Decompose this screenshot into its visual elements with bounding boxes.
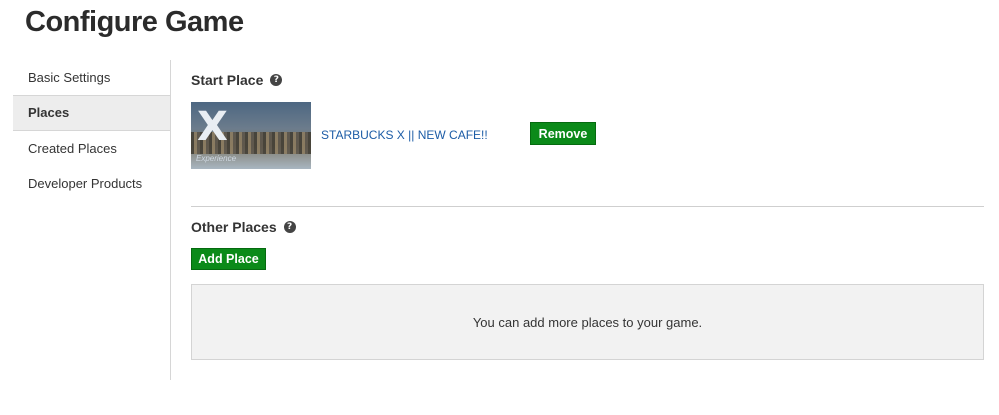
start-place-row: X Experience STARBUCKS X || NEW CAFE!! R…	[191, 102, 984, 169]
page-title: Configure Game	[25, 6, 244, 38]
question-circle-icon[interactable]: ?	[270, 74, 283, 86]
empty-state-message: You can add more places to your game.	[472, 314, 703, 330]
other-places-empty-state: You can add more places to your game.	[191, 284, 984, 360]
add-place-button[interactable]: Add Place	[191, 248, 266, 270]
other-places-title: Other Places	[191, 219, 277, 235]
sidebar-item-created-places[interactable]: Created Places	[13, 131, 170, 166]
thumbnail-logo: X	[197, 104, 228, 150]
question-circle-icon[interactable]: ?	[283, 221, 296, 233]
start-place-link[interactable]: STARBUCKS X || NEW CAFE!!	[321, 128, 488, 142]
sidebar-item-places[interactable]: Places	[13, 95, 171, 131]
other-places-heading: Other Places ?	[191, 219, 296, 235]
sidebar-divider	[170, 60, 171, 380]
section-divider	[191, 206, 984, 207]
thumbnail-caption: Experience	[196, 154, 237, 163]
sidebar-item-basic-settings[interactable]: Basic Settings	[13, 60, 170, 95]
place-thumbnail[interactable]: X Experience	[191, 102, 311, 169]
sidebar-nav: Basic Settings Places Created Places Dev…	[13, 60, 171, 201]
remove-button[interactable]: Remove	[530, 122, 596, 145]
start-place-title: Start Place	[191, 72, 264, 88]
start-place-heading: Start Place ?	[191, 72, 283, 88]
sidebar-item-developer-products[interactable]: Developer Products	[13, 166, 170, 201]
